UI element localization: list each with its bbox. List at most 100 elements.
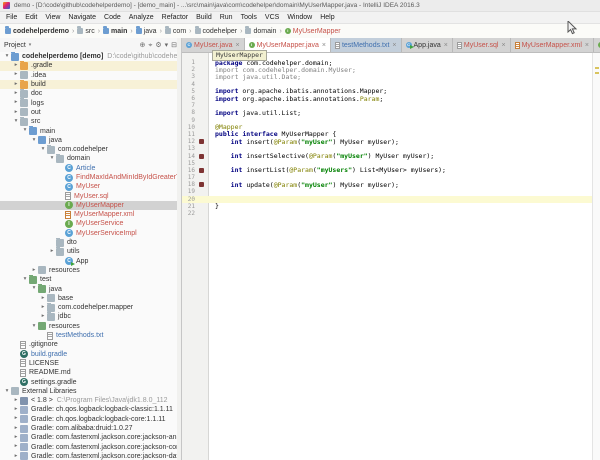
project-tree-scrollbar[interactable] [177,38,181,460]
tree-item-external-libraries[interactable]: ▾External Libraries [0,387,181,396]
tree-item-utils[interactable]: ▸utils [0,247,181,256]
tree-expanded-arrow-icon[interactable]: ▾ [30,286,38,292]
tree-expanded-arrow-icon[interactable]: ▾ [39,147,47,153]
breadcrumb-item-com[interactable]: com [165,28,186,35]
tree-item-java[interactable]: ▾java [0,136,181,145]
tree-item-1-8[interactable]: ▸< 1.8 >C:\Program Files\Java\jdk1.8.0_1… [0,396,181,405]
close-icon[interactable]: × [585,42,589,49]
menu-item-build[interactable]: Build [192,14,216,21]
tree-item-myusermapper-xml[interactable]: MyUserMapper.xml [0,210,181,219]
tree-item-readme-md[interactable]: README.md [0,368,181,377]
locate-icon[interactable]: ⌖ [148,42,152,49]
tree-expanded-arrow-icon[interactable]: ▾ [12,119,20,125]
menu-item-navigate[interactable]: Navigate [64,14,100,21]
tree-item-test[interactable]: ▾test [0,275,181,284]
tree-item-gradle-ch-qos-logback-logback-classic-1-1-11[interactable]: ▸Gradle: ch.qos.logback:logback-classic:… [0,405,181,414]
target-icon[interactable]: ⊕ [140,42,146,49]
tree-collapsed-arrow-icon[interactable]: ▸ [12,416,20,422]
tree-item-logs[interactable]: ▸logs [0,98,181,107]
tree-collapsed-arrow-icon[interactable]: ▸ [12,82,20,88]
tree-item-myusermapper[interactable]: IMyUserMapper [0,201,181,210]
menu-item-run[interactable]: Run [216,14,237,21]
warning-stripe-mark[interactable] [595,67,599,69]
breadcrumb-item-domain[interactable]: domain [245,28,276,35]
menu-item-vcs[interactable]: VCS [261,14,283,21]
menu-item-view[interactable]: View [41,14,64,21]
tree-item-gradle-com-alibaba-druid-1-0-27[interactable]: ▸Gradle: com.alibaba:druid:1.0.27 [0,424,181,433]
tree-expanded-arrow-icon[interactable]: ▾ [30,324,38,330]
tree-item-resources[interactable]: ▾resources [0,322,181,331]
tree-item-idea[interactable]: ▸.idea [0,71,181,80]
tree-item-myuserservice[interactable]: IMyUserService [0,219,181,228]
tree-item-main[interactable]: ▾main [0,126,181,135]
tree-expanded-arrow-icon[interactable]: ▾ [48,156,56,162]
tree-item-com-codehelper[interactable]: ▾com.codehelper [0,145,181,154]
close-icon[interactable]: × [322,42,326,49]
tree-item-java[interactable]: ▾java [0,284,181,293]
breadcrumb-item-myusermapper[interactable]: IMyUserMapper [285,28,341,35]
tree-collapsed-arrow-icon[interactable]: ▸ [12,398,20,404]
close-icon[interactable]: × [444,42,448,49]
tree-item-gradle-ch-qos-logback-logback-core-1-1-11[interactable]: ▸Gradle: ch.qos.logback:logback-core:1.1… [0,415,181,424]
tab-testmethods-txt[interactable]: testMethods.txt× [331,38,402,52]
tree-collapsed-arrow-icon[interactable]: ▸ [12,100,20,106]
tree-collapsed-arrow-icon[interactable]: ▸ [30,268,38,274]
menu-item-help[interactable]: Help [316,14,338,21]
tree-item-license[interactable]: LICENSE [0,359,181,368]
tree-item-domain[interactable]: ▾domain [0,154,181,163]
menu-item-refactor[interactable]: Refactor [158,14,192,21]
chevron-down-icon[interactable]: ▾ [29,42,32,48]
tree-item-article[interactable]: CArticle [0,164,181,173]
tree-item-resources[interactable]: ▸resources [0,266,181,275]
tab-app-java[interactable]: CApp.java× [402,38,453,52]
menu-item-window[interactable]: Window [283,14,316,21]
tree-item-dto[interactable]: dto [0,238,181,247]
gear-icon[interactable]: ⚙ [155,42,161,49]
tree-expanded-arrow-icon[interactable]: ▾ [21,128,29,134]
tree-item-gradle-com-fasterxml-jackson-core-jackson-databind-2-8-4[interactable]: ▸Gradle: com.fasterxml.jackson.core:jack… [0,452,181,460]
tree-item-build-gradle[interactable]: Gbuild.gradle [0,350,181,359]
tree-item-testmethods-txt[interactable]: testMethods.txt [0,331,181,340]
mybatis-mapper-icon[interactable] [199,182,204,187]
mybatis-mapper-icon[interactable] [199,168,204,173]
tree-item-build[interactable]: ▸build [0,80,181,89]
breadcrumb-item-src[interactable]: src [77,28,94,35]
menu-item-file[interactable]: File [2,14,21,21]
tree-item-findmaxidandminidbyidgreaterthanresul[interactable]: CFindMaxIdAndMinIdByIdGreaterThanResul [0,173,181,182]
tree-collapsed-arrow-icon[interactable]: ▸ [39,296,47,302]
tree-item-base[interactable]: ▸base [0,294,181,303]
tree-collapsed-arrow-icon[interactable]: ▸ [12,435,20,441]
breadcrumb-item-java[interactable]: java [136,28,157,35]
tree-item-myuserserviceimpl[interactable]: CMyUserServiceImpl [0,229,181,238]
tree-collapsed-arrow-icon[interactable]: ▸ [12,63,20,69]
code-editor[interactable]: 1package com.codehelper.domain;2import c… [182,53,600,460]
tree-item-src[interactable]: ▾src [0,117,181,126]
menu-item-code[interactable]: Code [100,14,125,21]
tree-collapsed-arrow-icon[interactable]: ▸ [39,314,47,320]
tree-expanded-arrow-icon[interactable]: ▾ [3,54,11,60]
tree-collapsed-arrow-icon[interactable]: ▸ [12,72,20,78]
tree-collapsed-arrow-icon[interactable]: ▸ [12,91,20,97]
tree-item-gitignore[interactable]: .gitignore [0,340,181,349]
close-icon[interactable]: × [501,42,505,49]
tree-collapsed-arrow-icon[interactable]: ▸ [48,249,56,255]
tree-collapsed-arrow-icon[interactable]: ▸ [39,305,47,311]
menu-item-tools[interactable]: Tools [237,14,261,21]
tree-collapsed-arrow-icon[interactable]: ▸ [12,407,20,413]
tree-item-doc[interactable]: ▸doc [0,89,181,98]
tree-item-gradle-com-fasterxml-jackson-core-jackson-annotations-2-8-0[interactable]: ▸Gradle: com.fasterxml.jackson.core:jack… [0,433,181,442]
tree-expanded-arrow-icon[interactable]: ▾ [21,277,29,283]
tree-item-out[interactable]: ▸out [0,108,181,117]
mybatis-mapper-icon[interactable] [199,139,204,144]
tab-myusermapper-xml[interactable]: MyUserMapper.xml× [511,38,594,52]
tab-myuser-sql[interactable]: MyUser.sql× [453,38,511,52]
breadcrumb-item-codehelper[interactable]: codehelper [195,28,238,35]
tree-item-myuser[interactable]: CMyUser [0,182,181,191]
tree-expanded-arrow-icon[interactable]: ▾ [30,138,38,144]
tab-myuserservice-java[interactable]: IMyUserService.java× [594,38,600,52]
editor-scrollbar[interactable] [592,53,600,460]
warning-stripe-mark[interactable] [595,72,599,74]
chevron-down-icon[interactable]: ▾ [165,42,169,49]
tree-collapsed-arrow-icon[interactable]: ▸ [12,110,20,116]
tree-collapsed-arrow-icon[interactable]: ▸ [12,444,20,450]
